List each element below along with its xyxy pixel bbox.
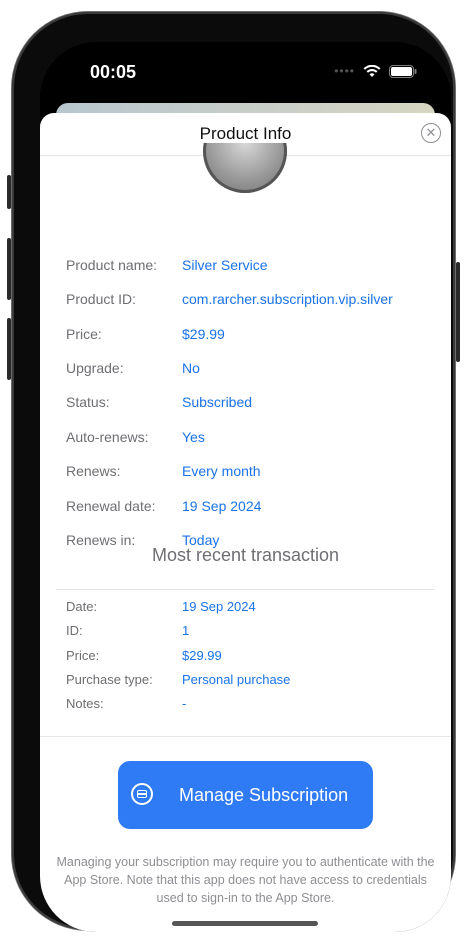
- transaction-section-title: Most recent transaction: [151, 545, 340, 565]
- section-divider: [56, 589, 435, 590]
- power-button[interactable]: [456, 262, 460, 362]
- sheet-title: Product Info: [199, 124, 292, 143]
- row-value: 1: [182, 623, 190, 638]
- row-label: Product ID:: [66, 291, 137, 307]
- row-value: Every month: [182, 463, 261, 479]
- row-label: Auto-renews:: [66, 429, 149, 445]
- phone-frame: 00:05 •••• Product Info ✕ Product name: …: [7, 12, 460, 932]
- row-label: Upgrade:: [66, 360, 124, 376]
- row-label: Status:: [66, 394, 110, 410]
- row-label: Notes:: [66, 696, 104, 711]
- row-value: 19 Sep 2024: [182, 498, 262, 514]
- home-indicator[interactable]: [172, 921, 318, 926]
- row-value: Yes: [182, 429, 205, 445]
- volume-up-button[interactable]: [7, 238, 11, 300]
- close-icon[interactable]: ✕: [421, 123, 441, 143]
- row-value: com.rarcher.subscription.vip.silver: [182, 291, 393, 307]
- row-label: Price:: [66, 648, 100, 663]
- row-label: Purchase type:: [66, 672, 153, 687]
- creditcard-icon: [131, 783, 153, 805]
- row-label: Product name:: [66, 257, 158, 273]
- row-label: Price:: [66, 326, 102, 342]
- row-value: Personal purchase: [182, 672, 291, 687]
- status-icons: ••••: [334, 64, 417, 78]
- footnote-text: Managing your subscription may require y…: [56, 855, 435, 905]
- row-label: Date:: [66, 599, 98, 614]
- row-label: Renews:: [66, 463, 121, 479]
- row-value: $29.99: [182, 648, 222, 663]
- screen: 00:05 •••• Product Info ✕ Product name: …: [40, 42, 451, 932]
- row-value: 19 Sep 2024: [182, 599, 256, 614]
- row-label: Renewal date:: [66, 498, 156, 514]
- row-value: $29.99: [182, 326, 225, 342]
- manage-subscription-button[interactable]: Manage Subscription: [118, 761, 373, 829]
- signal-dots-icon: ••••: [334, 64, 355, 78]
- battery-icon: [389, 64, 417, 78]
- row-value: No: [182, 360, 200, 376]
- row-value: -: [182, 696, 187, 711]
- silver-badge-icon: [203, 143, 287, 193]
- bottom-divider: [40, 736, 451, 737]
- volume-down-button[interactable]: [7, 318, 11, 380]
- row-value: Silver Service: [182, 257, 268, 273]
- wifi-icon: [363, 64, 381, 77]
- row-value: Subscribed: [182, 394, 253, 410]
- action-button[interactable]: [7, 175, 11, 209]
- product-info-sheet: Product Info ✕ Product name: Silver Serv…: [40, 113, 451, 932]
- row-label: ID:: [66, 623, 83, 638]
- status-time: 00:05: [90, 62, 137, 82]
- manage-subscription-label: Manage Subscription: [179, 785, 349, 805]
